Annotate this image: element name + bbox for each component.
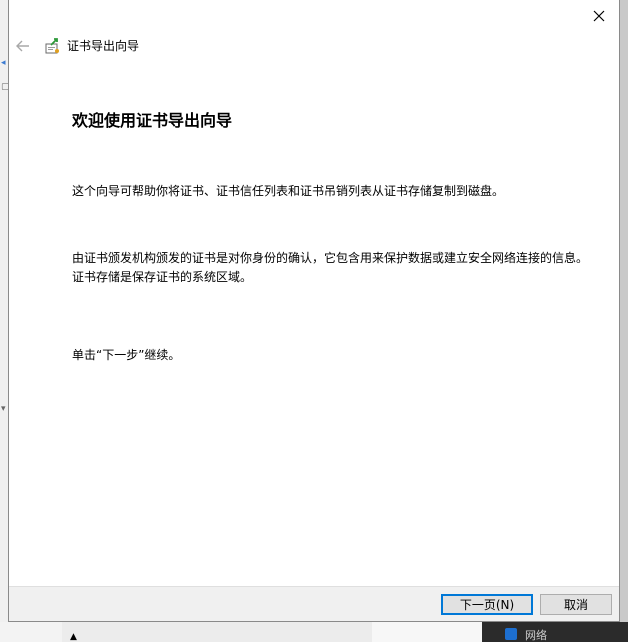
intro-paragraph: 这个向导可帮助你将证书、证书信任列表和证书吊销列表从证书存储复制到磁盘。 — [72, 184, 505, 198]
wizard-nav-row: 证书导出向导 — [15, 36, 139, 56]
cancel-button[interactable]: 取消 — [540, 594, 612, 615]
description-paragraph: 由证书颁发机构颁发的证书是对你身份的确认，它包含用来保护数据或建立安全网络连接的… — [72, 251, 589, 284]
background-expander-icon: ▾ — [1, 404, 6, 414]
wizard-title: 证书导出向导 — [67, 39, 140, 53]
background-taskbar-label: 网络 — [525, 629, 547, 642]
background-cursor-icon: ▲ — [70, 632, 77, 642]
continue-instruction: 单击“下一步”继续。 — [72, 348, 181, 362]
wizard-footer: 下一页(N) 取消 — [9, 586, 619, 621]
background-tree-icon: ▢ — [1, 82, 10, 92]
certificate-export-wizard-dialog: 证书导出向导 欢迎使用证书导出向导 这个向导可帮助你将证书、证书信任列表和证书吊… — [8, 0, 620, 622]
certificate-icon — [45, 38, 59, 54]
close-button[interactable] — [587, 4, 611, 28]
next-button[interactable]: 下一页(N) — [441, 594, 533, 615]
background-fragment — [0, 622, 62, 642]
close-icon — [593, 10, 605, 22]
back-arrow-icon — [16, 40, 29, 52]
background-fragment — [62, 622, 372, 642]
page-title: 欢迎使用证书导出向导 — [72, 111, 233, 130]
background-fragment — [372, 622, 482, 642]
background-chevron-icon: ◂ — [1, 58, 6, 68]
back-button[interactable] — [15, 38, 31, 54]
network-icon — [505, 628, 517, 640]
